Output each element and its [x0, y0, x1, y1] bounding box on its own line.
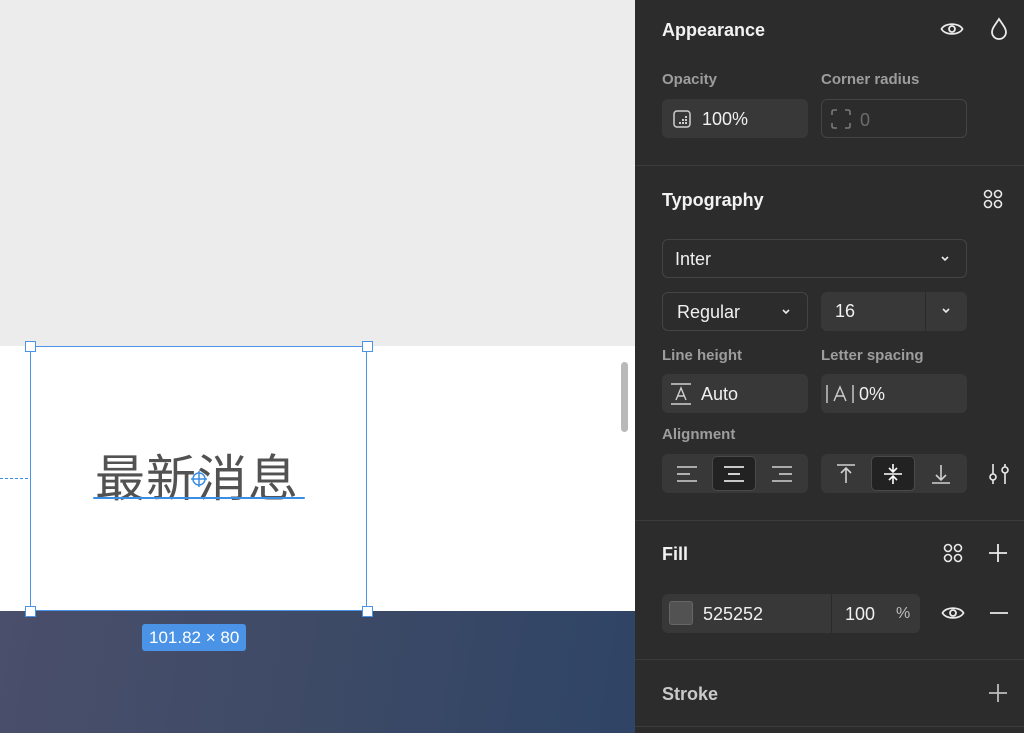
align-top-button[interactable]	[824, 456, 868, 491]
line-height-field[interactable]: Auto	[662, 374, 808, 413]
align-right-button[interactable]	[760, 456, 804, 491]
align-top-icon	[837, 464, 855, 483]
fill-styles-icon[interactable]	[941, 541, 965, 565]
selection-bounding-box[interactable]	[30, 346, 367, 611]
blend-mode-drop-icon[interactable]	[989, 17, 1009, 41]
fill-color-field[interactable]: 525252 100 %	[662, 594, 920, 633]
section-divider	[635, 520, 1024, 521]
add-stroke-plus-icon[interactable]	[988, 683, 1008, 703]
separator	[831, 594, 832, 633]
fill-opacity-value[interactable]: 100	[845, 604, 875, 625]
letter-spacing-label: Letter spacing	[821, 347, 924, 364]
section-divider	[635, 726, 1024, 727]
opacity-icon	[673, 110, 691, 128]
fill-title: Fill	[662, 544, 688, 564]
letter-spacing-value: 0%	[859, 384, 886, 404]
resize-handle-top-left[interactable]	[25, 341, 36, 352]
line-height-value: Auto	[701, 384, 739, 404]
canvas-scrollbar[interactable]	[621, 362, 628, 432]
font-family-value: Inter	[675, 249, 712, 269]
fill-color-swatch[interactable]	[669, 601, 693, 625]
font-size-value: 16	[835, 301, 856, 321]
align-right-icon	[772, 466, 792, 482]
resize-handle-bottom-right[interactable]	[362, 606, 373, 617]
line-height-label: Line height	[662, 347, 742, 364]
align-middle-button[interactable]	[871, 456, 915, 491]
align-bottom-button[interactable]	[919, 456, 963, 491]
font-weight-select[interactable]: Regular	[662, 292, 808, 331]
font-family-select[interactable]: Inter	[662, 239, 967, 278]
chevron-down-icon	[941, 256, 949, 262]
stroke-title: Stroke	[662, 684, 719, 704]
resize-handle-bottom-left[interactable]	[25, 606, 36, 617]
align-middle-icon	[884, 464, 902, 484]
add-fill-plus-icon[interactable]	[988, 543, 1008, 563]
align-center-button[interactable]	[712, 456, 756, 491]
letter-spacing-icon	[826, 385, 854, 403]
fill-hex-value[interactable]: 525252	[703, 604, 763, 625]
line-height-icon	[671, 383, 691, 405]
corner-radius-value: 0	[860, 110, 871, 130]
text-styles-icon[interactable]	[981, 187, 1005, 211]
fill-opacity-unit: %	[896, 605, 911, 622]
font-size-field[interactable]: 16	[821, 292, 967, 331]
opacity-value: 100%	[702, 109, 749, 129]
corner-radius-field[interactable]: 0	[821, 99, 967, 138]
eye-icon[interactable]	[940, 18, 964, 40]
resize-handle-top-right[interactable]	[362, 341, 373, 352]
separator	[925, 292, 926, 331]
remove-fill-minus-icon[interactable]	[989, 603, 1009, 623]
dark-gradient-frame[interactable]	[0, 611, 635, 733]
opacity-field[interactable]: 100%	[662, 99, 808, 138]
vertical-alignment-group	[821, 454, 967, 493]
alignment-label: Alignment	[662, 426, 736, 443]
corner-radius-icon	[831, 109, 851, 129]
eye-icon[interactable]	[941, 602, 965, 624]
font-weight-value: Regular	[677, 302, 741, 322]
properties-panel: Appearance Opacity Corner radius 100% 0 …	[635, 0, 1024, 733]
design-canvas[interactable]: 最新消息 101.82 × 80	[0, 0, 635, 733]
letter-spacing-field[interactable]: 0%	[821, 374, 967, 413]
smart-guide-line	[0, 478, 28, 479]
typography-title: Typography	[662, 190, 764, 210]
align-left-icon	[677, 466, 697, 482]
corner-radius-label: Corner radius	[821, 71, 920, 88]
chevron-down-icon[interactable]	[941, 307, 951, 315]
section-divider	[635, 659, 1024, 660]
horizontal-alignment-group	[662, 454, 808, 493]
appearance-title: Appearance	[662, 20, 766, 40]
section-divider	[635, 165, 1024, 166]
align-left-button[interactable]	[665, 456, 709, 491]
align-bottom-icon	[932, 465, 950, 484]
align-center-icon	[724, 466, 744, 482]
dimensions-badge: 101.82 × 80	[142, 624, 247, 651]
opacity-label: Opacity	[662, 71, 718, 88]
chevron-down-icon	[782, 309, 790, 315]
text-settings-sliders-icon[interactable]	[988, 462, 1010, 486]
canvas-background	[0, 0, 635, 346]
